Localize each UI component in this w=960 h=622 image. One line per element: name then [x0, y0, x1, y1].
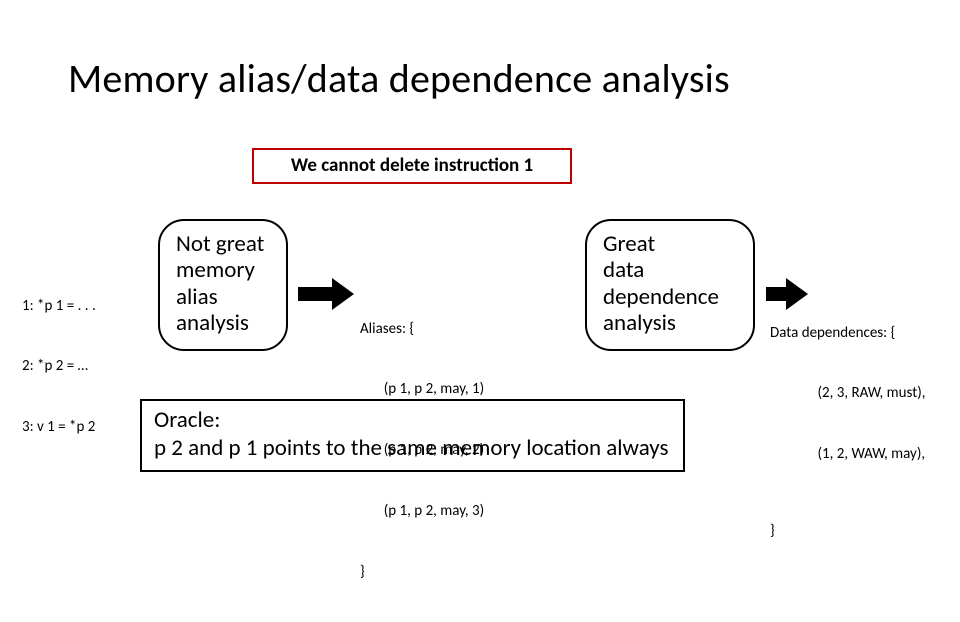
code-line-3: 3: v 1 = *p 2: [22, 417, 96, 437]
slide-title: Memory alias/data dependence analysis: [68, 54, 730, 103]
deps-row-2: (1, 2, WAW, may),: [770, 444, 926, 464]
oracle-line-1: Oracle:: [154, 407, 671, 435]
node-dependence-analysis: Great data dependence analysis: [585, 219, 755, 351]
dependences-block: Data dependences: { (2, 3, RAW, must), (…: [770, 282, 926, 582]
aliases-row-3: (p 1, p 2, may, 3): [360, 501, 484, 521]
deps-tail: }: [770, 521, 926, 541]
code-line-2: 2: *p 2 = …: [22, 356, 96, 376]
aliases-row-1: (p 1, p 2, may, 1): [360, 379, 484, 399]
deps-row-1: (2, 3, RAW, must),: [770, 383, 926, 403]
node-dep-label: Great data dependence analysis: [603, 230, 719, 337]
arrow-icon: [298, 278, 354, 310]
aliases-head: Aliases: {: [360, 319, 484, 339]
code-block: 1: *p 1 = . . . 2: *p 2 = … 3: v 1 = *p …: [22, 255, 96, 478]
node-alias-analysis: Not great memory alias analysis: [158, 219, 288, 351]
slide: Memory alias/data dependence analysis We…: [0, 0, 960, 540]
oracle-box: Oracle: p 2 and p 1 points to the same m…: [140, 399, 685, 472]
node-alias-label: Not great memory alias analysis: [176, 230, 264, 337]
code-line-1: 1: *p 1 = . . .: [22, 296, 96, 316]
aliases-tail: }: [360, 562, 484, 582]
warning-callout: We cannot delete instruction 1: [252, 148, 572, 184]
deps-head: Data dependences: {: [770, 323, 926, 343]
oracle-line-2: p 2 and p 1 points to the same memory lo…: [154, 435, 671, 463]
